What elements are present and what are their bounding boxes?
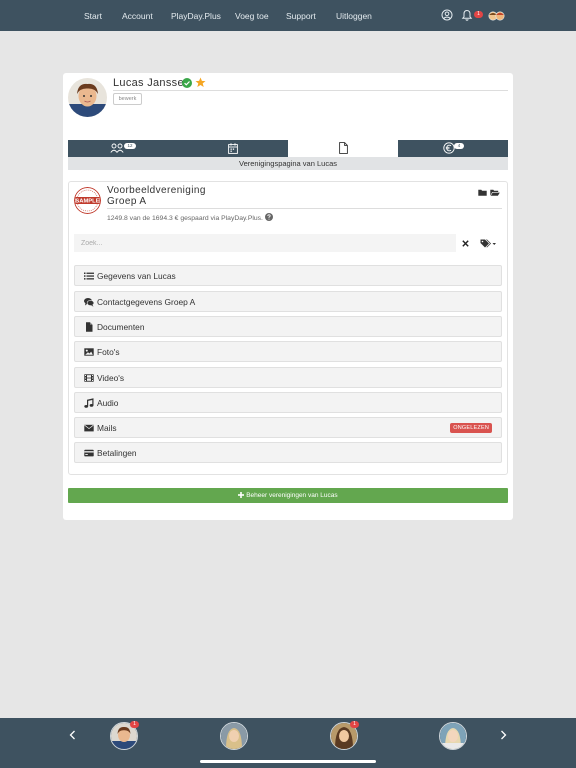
sample-seal-logo: SAMPLE <box>74 187 101 214</box>
question-circle-icon[interactable] <box>264 213 273 221</box>
menu-label: Contactgegevens Groep A <box>97 297 196 307</box>
film-icon <box>84 374 94 382</box>
menu-row-documenten[interactable]: Documenten <box>74 316 502 337</box>
envelope-icon <box>84 424 94 432</box>
menu-label: Gegevens van Lucas <box>97 271 176 281</box>
club-name-line2: Groep A <box>107 195 147 207</box>
file-icon <box>86 322 93 332</box>
child-avatar-2[interactable] <box>220 722 248 750</box>
members-badge: 12 <box>124 143 136 149</box>
club-name: Voorbeeldvereniging Groep A <box>107 185 206 207</box>
nav-start[interactable]: Start <box>84 11 102 21</box>
chevron-right-icon[interactable] <box>500 730 507 740</box>
home-indicator <box>200 760 376 763</box>
menu-row-audio[interactable]: Audio <box>74 392 502 413</box>
calendar-icon <box>228 143 238 154</box>
manage-clubs-label: Beheer verenigingen van Lucas <box>246 492 338 499</box>
menu-label: Betalingen <box>97 448 137 458</box>
club-divider <box>107 208 502 209</box>
manage-clubs-button[interactable]: Beheer verenigingen van Lucas <box>68 488 508 503</box>
comments-icon <box>84 298 94 307</box>
tab-club-page[interactable] <box>288 140 398 157</box>
bell-icon[interactable] <box>461 9 473 21</box>
notification-badge: 1 <box>474 11 483 18</box>
menu-label: Video's <box>97 373 125 383</box>
menu-label: Audio <box>97 398 119 408</box>
tab-calendar[interactable] <box>227 140 288 157</box>
nav-account[interactable]: Account <box>122 11 153 21</box>
tab-caption: Verenigingspagina van Lucas <box>68 157 508 170</box>
tab-finance[interactable]: 4 <box>398 140 508 157</box>
child-1-badge: 1 <box>130 721 139 728</box>
verified-check-icon <box>182 78 192 88</box>
nav-add[interactable]: Voeg toe <box>235 11 269 21</box>
plus-icon <box>238 492 245 498</box>
users-icon <box>110 143 124 153</box>
menu-label: Mails <box>97 423 117 433</box>
list-icon <box>84 272 94 280</box>
profile-avatar[interactable] <box>68 78 107 117</box>
menu-row-betalingen[interactable]: Betalingen <box>74 442 502 463</box>
document-icon <box>339 142 348 154</box>
folder-open-icon[interactable] <box>490 189 500 196</box>
star-icon <box>195 77 206 87</box>
tags-filter-icon[interactable] <box>480 239 497 248</box>
nav-playday-plus[interactable]: PlayDay.Plus <box>171 11 221 21</box>
tab-bar: 12 4 <box>68 140 508 157</box>
search-input[interactable] <box>74 234 456 252</box>
user-circle-icon[interactable] <box>441 9 453 21</box>
kids-avatars-icon[interactable] <box>488 11 505 21</box>
euro-icon <box>443 142 455 154</box>
music-icon <box>84 398 94 408</box>
club-name-line1: Voorbeeldvereniging <box>107 185 206 196</box>
folder-icon[interactable] <box>478 189 487 196</box>
menu-label: Foto's <box>97 347 120 357</box>
chevron-left-icon[interactable] <box>69 730 76 740</box>
menu-row-contactgegevens[interactable]: Contactgegevens Groep A <box>74 291 502 312</box>
nav-logout[interactable]: Uitloggen <box>336 11 372 21</box>
edit-profile-button[interactable]: bewerk <box>113 93 142 105</box>
clear-search-icon[interactable] <box>462 240 469 247</box>
child-3-badge: 1 <box>350 721 359 728</box>
name-divider <box>113 90 508 91</box>
top-navigation: Start Account PlayDay.Plus Voeg toe Supp… <box>0 0 576 31</box>
image-icon <box>84 348 94 356</box>
menu-row-videos[interactable]: Video's <box>74 367 502 388</box>
unread-badge: ONGELEZEN <box>450 423 492 433</box>
savings-text: 1249.8 van de 1694.3 € gespaard via Play… <box>107 213 273 222</box>
nav-support[interactable]: Support <box>286 11 316 21</box>
profile-name: Lucas Janssen <box>113 77 191 89</box>
seal-text: SAMPLE <box>75 199 99 205</box>
menu-row-gegevens[interactable]: Gegevens van Lucas <box>74 265 502 286</box>
menu-row-mails[interactable]: Mails ONGELEZEN <box>74 417 502 438</box>
child-avatar-4[interactable] <box>439 722 467 750</box>
credit-card-icon <box>84 449 94 457</box>
menu-row-fotos[interactable]: Foto's <box>74 341 502 362</box>
finance-badge: 4 <box>454 143 464 149</box>
savings-value: 1249.8 van de 1694.3 € gespaard via Play… <box>107 215 263 222</box>
menu-label: Documenten <box>97 322 145 332</box>
